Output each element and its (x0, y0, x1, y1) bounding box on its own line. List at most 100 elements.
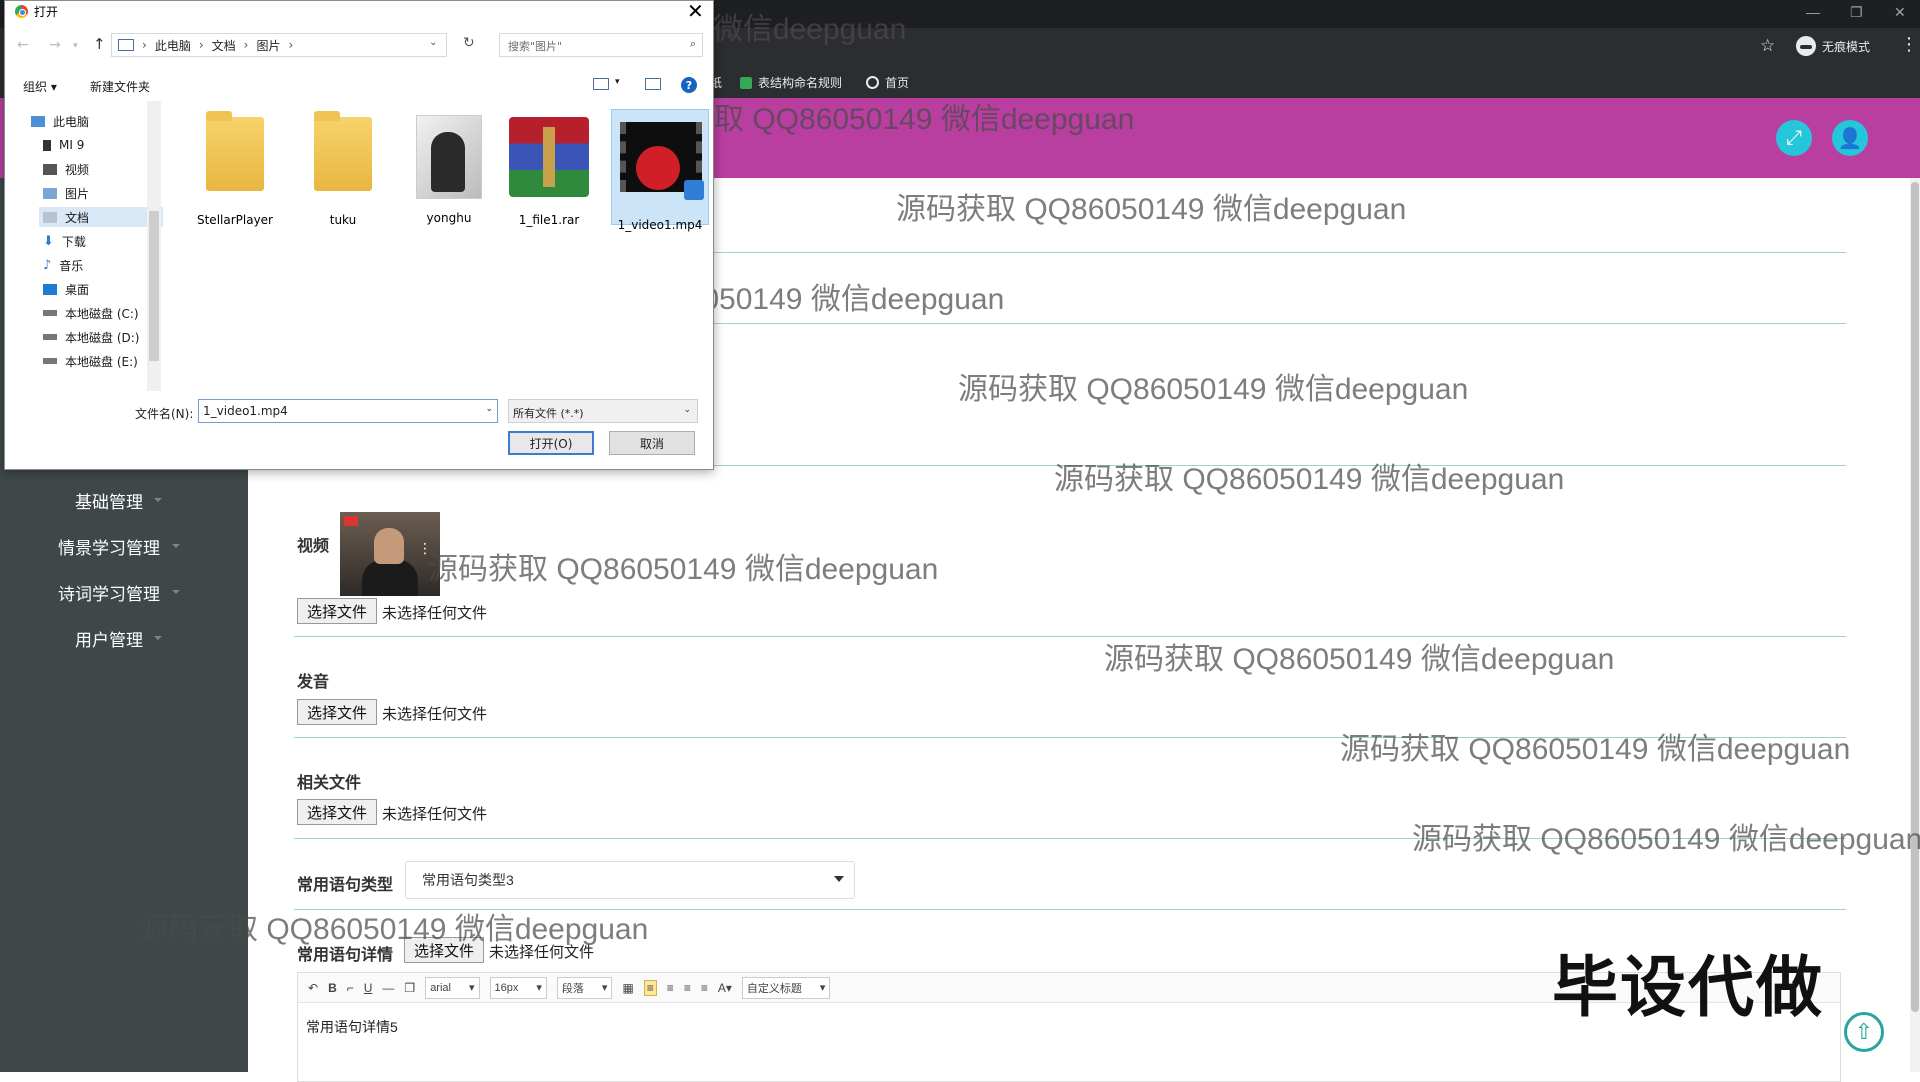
audio-choose-file-button[interactable]: 选择文件 (297, 699, 377, 725)
nav-item-drive-c[interactable]: 本地磁盘 (C:) (39, 303, 163, 323)
underline-icon[interactable]: U (364, 981, 373, 995)
align-justify-icon[interactable]: ≡ (701, 981, 708, 995)
bookmark-item[interactable]: 首页 (866, 74, 909, 91)
file-item-selected[interactable]: 1_video1.mp4 (611, 109, 709, 232)
custom-title-select[interactable]: 自定义标题 ▾ (741, 976, 831, 999)
dialog-close-icon[interactable]: ✕ (687, 0, 704, 23)
editor-content[interactable]: 常用语句详情5 (306, 1017, 398, 1037)
chevron-right-icon: › (142, 38, 147, 52)
phrase-detail-label: 常用语句详情 (297, 947, 394, 964)
breadcrumb-item[interactable]: 此电脑 (155, 37, 191, 54)
breadcrumb-item[interactable]: 文档 (212, 37, 236, 54)
bookmark-item[interactable]: 表结构命名规则 (740, 74, 842, 91)
organize-button[interactable]: 组织 ▾ (23, 78, 57, 95)
nav-item-desktop[interactable]: 桌面 (39, 279, 163, 299)
restore-icon[interactable]: ❐ (1850, 4, 1863, 21)
nav-item-label: MI 9 (59, 138, 85, 152)
file-thumbnail (409, 115, 489, 207)
filetype-select[interactable]: 所有文件 (*.*) ⌄ (508, 399, 698, 423)
nav-item-drive-e[interactable]: 本地磁盘 (E:) (39, 351, 163, 371)
table-icon[interactable]: ▦ (622, 981, 633, 995)
related-files-hint: 未选择任何文件 (382, 806, 488, 823)
open-button[interactable]: 打开(O) (508, 431, 594, 455)
file-item[interactable]: StellarPlayer (187, 111, 283, 227)
incognito-indicator[interactable]: 无痕模式 (1796, 36, 1870, 56)
back-to-top-button[interactable]: ⇧ (1844, 1012, 1884, 1052)
phrase-detail-choose-button[interactable]: 选择文件 (404, 937, 484, 963)
preview-pane-icon[interactable] (645, 78, 661, 90)
file-item[interactable]: 1_file1.rar (501, 111, 597, 227)
font-size-select[interactable]: 16px ▾ (489, 976, 547, 999)
copy-icon[interactable]: ❐ (404, 981, 415, 995)
breadcrumb[interactable]: › 此电脑 › 文档 › 图片 › (111, 33, 447, 57)
paragraph-select[interactable]: 段落 ▾ (556, 976, 613, 999)
font-family-select[interactable]: arial ▾ (425, 976, 480, 999)
recent-dropdown-icon[interactable]: ▾ (73, 41, 78, 51)
align-left-icon[interactable]: ≡ (643, 979, 657, 996)
chevron-down-icon (834, 876, 844, 882)
nav-item-downloads[interactable]: ⬇ 下载 (39, 231, 163, 251)
page-scrollbar[interactable] (1910, 178, 1920, 1072)
chevron-down-icon[interactable]: ⌄ (429, 37, 437, 48)
related-files-choose-button[interactable]: 选择文件 (297, 799, 377, 825)
font-color-icon[interactable]: A▾ (718, 981, 732, 995)
forward-arrow-icon[interactable]: → (49, 37, 61, 53)
video-preview[interactable]: ⋮ (340, 512, 440, 596)
align-center-icon[interactable]: ≡ (684, 981, 691, 995)
filetype-value: 所有文件 (*.*) (513, 407, 584, 420)
folder-icon (314, 111, 372, 191)
nav-item-label: 图片 (65, 186, 90, 201)
file-item[interactable]: yonghu (401, 111, 497, 225)
more-menu-icon[interactable]: ⋮ (1900, 34, 1918, 55)
sidebar-item-basic[interactable]: 基础管理 (0, 488, 218, 513)
chevron-down-icon[interactable]: ▾ (615, 77, 620, 87)
scrollbar-thumb[interactable] (1911, 182, 1919, 1012)
filename-value: 1_video1.mp4 (203, 404, 288, 418)
bold-icon[interactable]: B (328, 981, 337, 995)
video-menu-icon[interactable]: ⋮ (418, 540, 432, 557)
dialog-search-input[interactable]: 搜索"图片" ⌕ (499, 33, 703, 57)
file-item[interactable]: tuku (295, 111, 391, 227)
breadcrumb-item[interactable]: 图片 (256, 37, 280, 54)
chevron-down-icon[interactable]: ⌄ (485, 404, 493, 414)
nav-item-documents[interactable]: 文档 (39, 207, 163, 227)
bookmark-star-icon[interactable]: ☆ (1760, 36, 1775, 56)
help-icon[interactable]: ? (681, 77, 697, 93)
nav-item-pictures[interactable]: 图片 (39, 183, 163, 203)
phrase-type-value: 常用语句类型3 (422, 872, 514, 888)
filename-input[interactable]: 1_video1.mp4 ⌄ (198, 399, 498, 423)
format-painter-icon[interactable]: ⌐ (347, 981, 354, 995)
sidebar-item-users[interactable]: 用户管理 (0, 626, 218, 651)
sidebar-item-poetry[interactable]: 诗词学习管理 (0, 580, 218, 605)
sidebar-item-label: 诗词学习管理 (58, 585, 160, 604)
phrase-type-select[interactable]: 常用语句类型3 (405, 861, 855, 899)
nav-item-this-pc[interactable]: 此电脑 (27, 111, 151, 131)
incognito-icon (1796, 36, 1816, 56)
minimize-icon[interactable]: — (1806, 4, 1820, 20)
align-right-icon[interactable]: ≡ (667, 981, 674, 995)
fullscreen-button[interactable]: ⤢ (1776, 120, 1812, 156)
chevron-down-icon: ⌄ (683, 405, 691, 415)
nav-item-videos[interactable]: 视频 (39, 159, 163, 179)
undo-icon[interactable]: ↶ (308, 981, 318, 995)
nav-item-music[interactable]: ♪ 音乐 (39, 255, 163, 275)
file-list: StellarPlayer tuku yonghu 1_file1.rar 1_… (165, 101, 711, 391)
cancel-button[interactable]: 取消 (609, 431, 695, 455)
back-arrow-icon[interactable]: ← (17, 37, 29, 53)
new-folder-button[interactable]: 新建文件夹 (90, 78, 150, 95)
navigation-scrollbar[interactable] (147, 101, 161, 391)
nav-item-drive-d[interactable]: 本地磁盘 (D:) (39, 327, 163, 347)
nav-item-mi9[interactable]: MI 9 (39, 135, 163, 155)
chevron-right-icon: › (288, 38, 294, 52)
watermark: 源码获取 QQ86050149 微信deepguan (958, 373, 1469, 406)
horizontal-rule-icon[interactable]: — (382, 981, 394, 995)
sidebar-item-scenario[interactable]: 情景学习管理 (0, 534, 218, 559)
window-close-icon[interactable]: ✕ (1894, 4, 1906, 21)
video-choose-file-button[interactable]: 选择文件 (297, 598, 377, 624)
scrollbar-thumb[interactable] (149, 211, 159, 361)
user-button[interactable]: 👤 (1832, 120, 1868, 156)
refresh-icon[interactable]: ↻ (463, 35, 475, 51)
pictures-folder-icon (43, 187, 57, 199)
view-options-icon[interactable] (593, 78, 609, 90)
up-arrow-icon[interactable]: ↑ (93, 35, 106, 53)
